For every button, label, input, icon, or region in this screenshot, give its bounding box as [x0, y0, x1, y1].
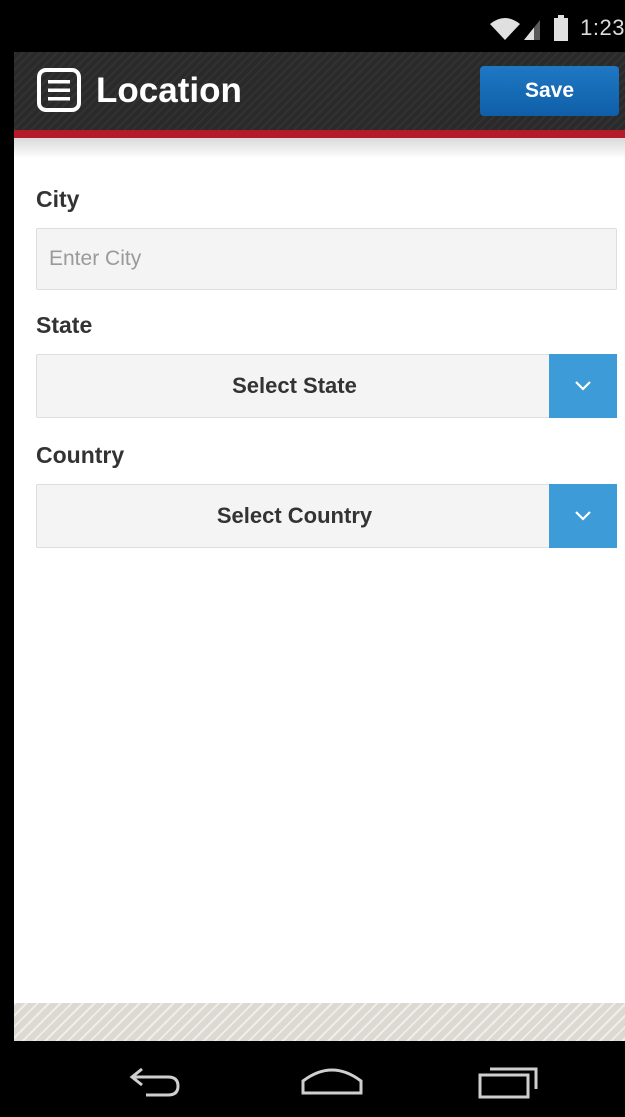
- page-title: Location: [96, 71, 242, 110]
- city-label: City: [36, 186, 80, 212]
- chevron-down-icon[interactable]: [549, 484, 617, 548]
- state-select[interactable]: Select State: [36, 354, 617, 418]
- save-button[interactable]: Save: [480, 66, 619, 116]
- recent-apps-icon[interactable]: [474, 1059, 544, 1101]
- menu-icon[interactable]: [36, 67, 82, 113]
- state-select-value: Select State: [232, 373, 357, 398]
- chevron-down-icon[interactable]: [549, 354, 617, 418]
- status-icons: 1:23: [488, 14, 625, 42]
- header-accent-line: [14, 130, 625, 138]
- battery-icon: [554, 15, 569, 41]
- footer-pattern: [14, 1003, 625, 1041]
- status-time: 1:23: [580, 15, 625, 40]
- header-shadow: [14, 138, 625, 158]
- state-label: State: [36, 312, 93, 338]
- country-label: Country: [36, 442, 125, 468]
- city-input[interactable]: [36, 228, 617, 290]
- back-icon[interactable]: [120, 1059, 190, 1101]
- home-icon[interactable]: [297, 1059, 367, 1101]
- country-select[interactable]: Select Country: [36, 484, 617, 548]
- navigation-bar: [14, 1041, 625, 1117]
- status-bar: 1:23: [14, 0, 625, 52]
- country-select-value: Select Country: [216, 503, 373, 528]
- action-bar: Location Save: [14, 52, 625, 138]
- wifi-icon: [488, 16, 522, 40]
- app-screen: 1:23 Location Save City State Select Sta…: [14, 0, 625, 1117]
- signal-icon: [524, 16, 542, 40]
